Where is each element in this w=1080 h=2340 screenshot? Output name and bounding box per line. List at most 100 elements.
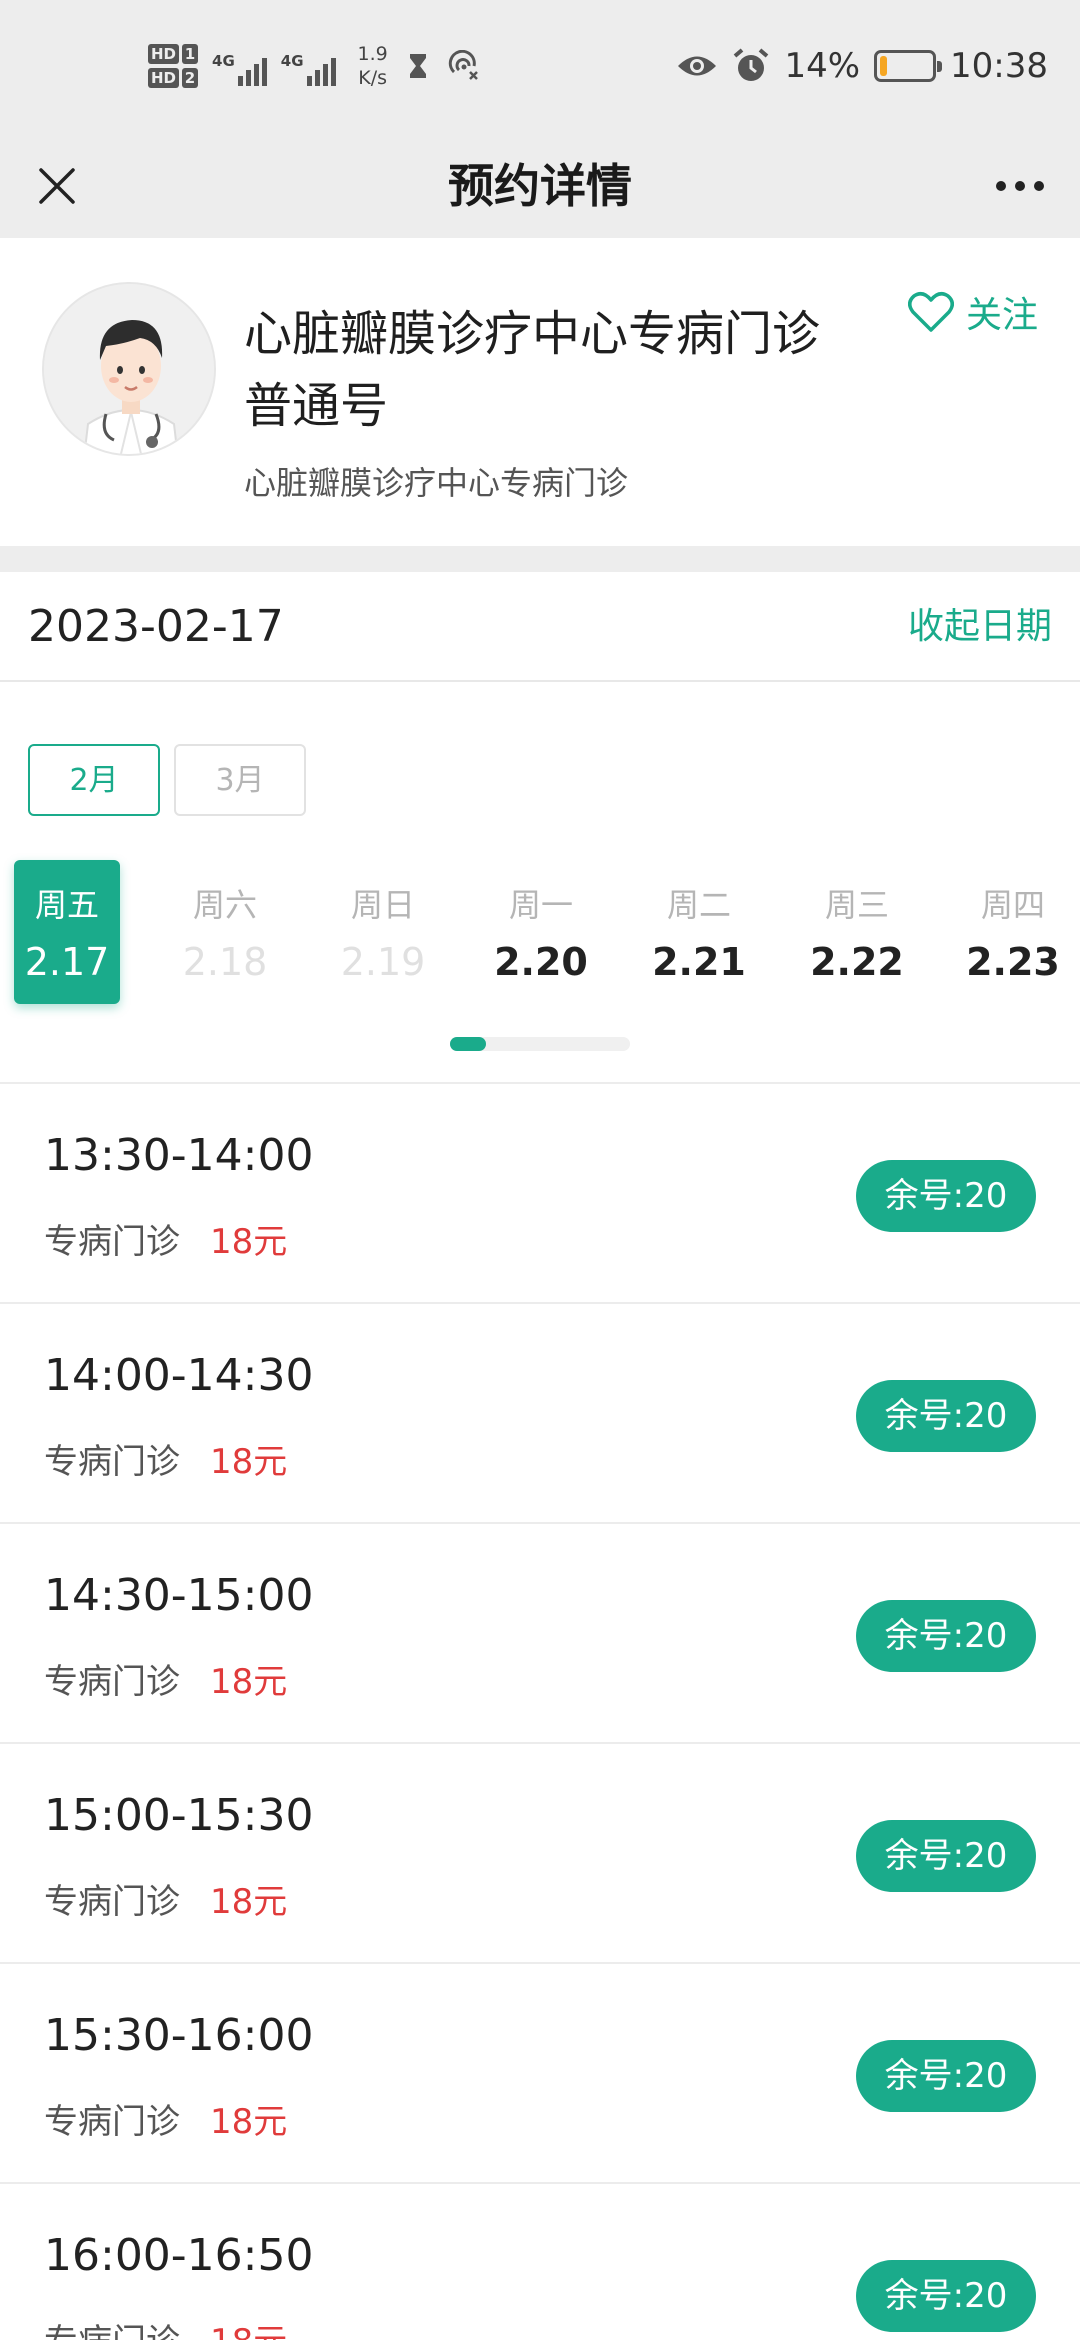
more-dot: [1034, 181, 1044, 191]
slot-row: 15:30-16:00 专病门诊 18元 余号:20: [0, 1962, 1080, 2182]
slot-row: 13:30-14:00 专病门诊 18元 余号:20: [0, 1082, 1080, 1302]
page-title: 预约详情: [448, 159, 632, 213]
remaining-slots-button[interactable]: 余号:20: [856, 1600, 1036, 1672]
doctor-avatar-icon: [44, 284, 214, 454]
more-dot: [1015, 181, 1025, 191]
battery-fill: [880, 56, 888, 76]
network-speed: 1.9 K/s: [358, 42, 388, 90]
slot-price: 18元: [210, 2314, 287, 2340]
day-date: 2.17: [24, 940, 110, 984]
day-date: 2.18: [182, 940, 268, 984]
remaining-slots-button[interactable]: 余号:20: [856, 2040, 1036, 2112]
speed-value: 1.9: [357, 43, 388, 65]
collapse-dates-button[interactable]: 收起日期: [908, 572, 1052, 682]
day-item: 周日 2.19: [330, 860, 436, 1004]
more-dot: [996, 181, 1006, 191]
hd-label: HD: [148, 44, 180, 64]
hd-badge-1: HD 1: [148, 44, 199, 64]
slot-price: 18元: [210, 1882, 288, 1922]
date-scroll-track[interactable]: [450, 1037, 630, 1051]
slot-time: 15:00-15:30: [44, 1790, 314, 1841]
status-right: 14% 10:38: [676, 40, 1048, 92]
day-date: 2.22: [810, 940, 904, 984]
day-item[interactable]: 周一 2.20: [488, 860, 594, 1004]
heart-icon: [907, 292, 954, 332]
battery-percent: 14%: [784, 46, 861, 86]
hd-badge-2: HD 2: [148, 68, 199, 88]
signal-bars-icon: [237, 54, 267, 86]
slot-type: 专病门诊: [44, 1662, 180, 1702]
slot-time: 14:00-14:30: [44, 1350, 314, 1401]
hd-indicators: HD 1 HD 2: [148, 44, 199, 88]
day-weekday: 周一: [508, 886, 573, 924]
hd-number: 1: [182, 44, 199, 64]
slot-price: 18元: [210, 1222, 288, 1262]
month-tab-mar[interactable]: 3月: [174, 744, 306, 816]
signal-2: 4G: [281, 46, 336, 86]
remaining-slots-button[interactable]: 余号:20: [856, 1160, 1036, 1232]
hourglass-icon: [409, 54, 426, 78]
close-icon: [39, 168, 75, 204]
date-scroll-thumb[interactable]: [450, 1037, 486, 1051]
hotspot-off-icon: [448, 50, 478, 80]
date-header: 2023-02-17 收起日期: [0, 572, 1080, 682]
day-item: 周六 2.18: [172, 860, 278, 1004]
day-date: 2.21: [652, 940, 746, 984]
day-weekday: 周五: [34, 886, 99, 924]
day-weekday: 周四: [980, 886, 1045, 924]
slot-row: 16:00-16:50 专病门诊 18元 余号:20: [0, 2182, 1080, 2340]
close-button[interactable]: [28, 157, 86, 215]
remaining-slots-button[interactable]: 余号:20: [856, 1820, 1036, 1892]
day-weekday: 周三: [824, 886, 889, 924]
day-date: 2.20: [494, 940, 588, 984]
slot-time: 15:30-16:00: [44, 2010, 314, 2061]
current-date: 2023-02-17: [28, 601, 284, 652]
doctor-avatar: [42, 282, 216, 456]
doctor-card: 心脏瓣膜诊疗中心专病门诊普通号 心脏瓣膜诊疗中心专病门诊 关注: [0, 238, 1080, 546]
slot-time: 14:30-15:00: [44, 1570, 314, 1621]
alarm-icon: [734, 48, 769, 81]
remaining-slots-button[interactable]: 余号:20: [856, 1380, 1036, 1452]
day-item[interactable]: 周三 2.22: [804, 860, 910, 1004]
slot-list: 13:30-14:00 专病门诊 18元 余号:20 14:00-14:30 专…: [0, 1082, 1080, 2340]
follow-label: 关注: [965, 295, 1038, 336]
hd-label: HD: [148, 68, 180, 88]
day-item[interactable]: 周二 2.21: [646, 860, 752, 1004]
day-date: 2.23: [966, 940, 1060, 984]
status-bar: HD 1 HD 2 4G 4G 1.9 K/s 14% 10:38: [0, 0, 1080, 135]
speed-unit: K/s: [358, 67, 387, 89]
network-type: 4G: [212, 52, 235, 70]
day-weekday: 周二: [666, 886, 731, 924]
network-type: 4G: [280, 52, 304, 70]
signal-bars-icon: [306, 54, 336, 86]
slot-type: 专病门诊: [44, 2102, 180, 2142]
month-tab-feb[interactable]: 2月: [28, 744, 160, 816]
eye-icon: [678, 56, 717, 76]
slot-price: 18元: [210, 1442, 288, 1482]
slot-time: 13:30-14:00: [44, 1130, 314, 1181]
more-button[interactable]: [988, 157, 1052, 215]
nav-bar: 预约详情: [0, 135, 1080, 238]
slot-time: 16:00-16:50: [44, 2230, 314, 2281]
clock: 10:38: [950, 46, 1048, 86]
slot-row: 15:00-15:30 专病门诊 18元 余号:20: [0, 1742, 1080, 1962]
hd-number: 2: [182, 68, 199, 88]
day-item-selected[interactable]: 周五 2.17: [14, 860, 120, 1004]
slot-type: 专病门诊: [44, 1442, 180, 1482]
doctor-department: 心脏瓣膜诊疗中心专病门诊: [244, 464, 629, 502]
remaining-slots-button[interactable]: 余号:20: [856, 2260, 1036, 2332]
date-section: 2023-02-17 收起日期 2月 3月 周五 2.17 周六 2.18 周日…: [0, 572, 1080, 1082]
slot-price: 18元: [210, 1662, 288, 1702]
day-weekday: 周六: [192, 886, 257, 924]
slot-price: 18元: [210, 2102, 288, 2142]
day-item[interactable]: 周四 2.23: [960, 860, 1066, 1004]
follow-button[interactable]: 关注: [907, 286, 1038, 338]
slot-type: 专病门诊: [44, 2314, 180, 2340]
slot-row: 14:00-14:30 专病门诊 18元 余号:20: [0, 1302, 1080, 1522]
day-weekday: 周日: [350, 886, 415, 924]
status-left: HD 1 HD 2 4G 4G 1.9 K/s: [148, 34, 480, 98]
day-date: 2.19: [340, 940, 426, 984]
battery-icon: [874, 50, 943, 82]
slot-row: 14:30-15:00 专病门诊 18元 余号:20: [0, 1522, 1080, 1742]
doctor-name: 心脏瓣膜诊疗中心专病门诊普通号: [244, 306, 821, 434]
